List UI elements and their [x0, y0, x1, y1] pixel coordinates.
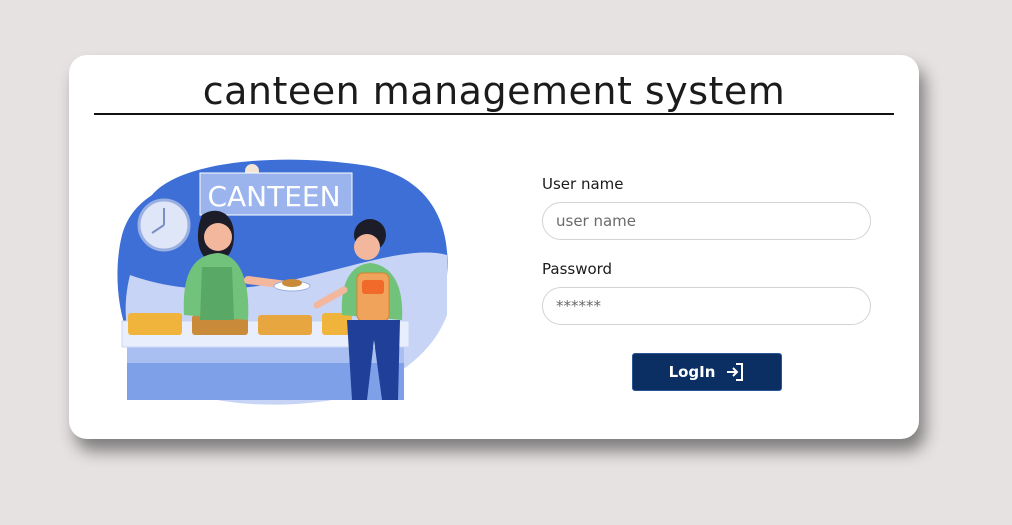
login-arrow-icon	[727, 363, 744, 381]
canteen-illustration: CANTEEN	[117, 159, 448, 405]
username-input[interactable]	[542, 202, 871, 240]
login-button[interactable]: LogIn	[632, 353, 782, 391]
password-label: Password	[542, 260, 613, 278]
password-input[interactable]	[542, 287, 871, 325]
login-card: canteen management system CANTEEN User n…	[69, 55, 919, 439]
dot-decoration	[385, 193, 399, 207]
login-button-label: LogIn	[668, 363, 716, 381]
username-label: User name	[542, 175, 624, 193]
login-form: User name Password	[542, 175, 872, 325]
page-title: canteen management system	[202, 69, 786, 113]
title-divider	[94, 113, 894, 115]
canteen-sign-text: CANTEEN	[207, 180, 340, 213]
clock-icon	[137, 198, 191, 252]
